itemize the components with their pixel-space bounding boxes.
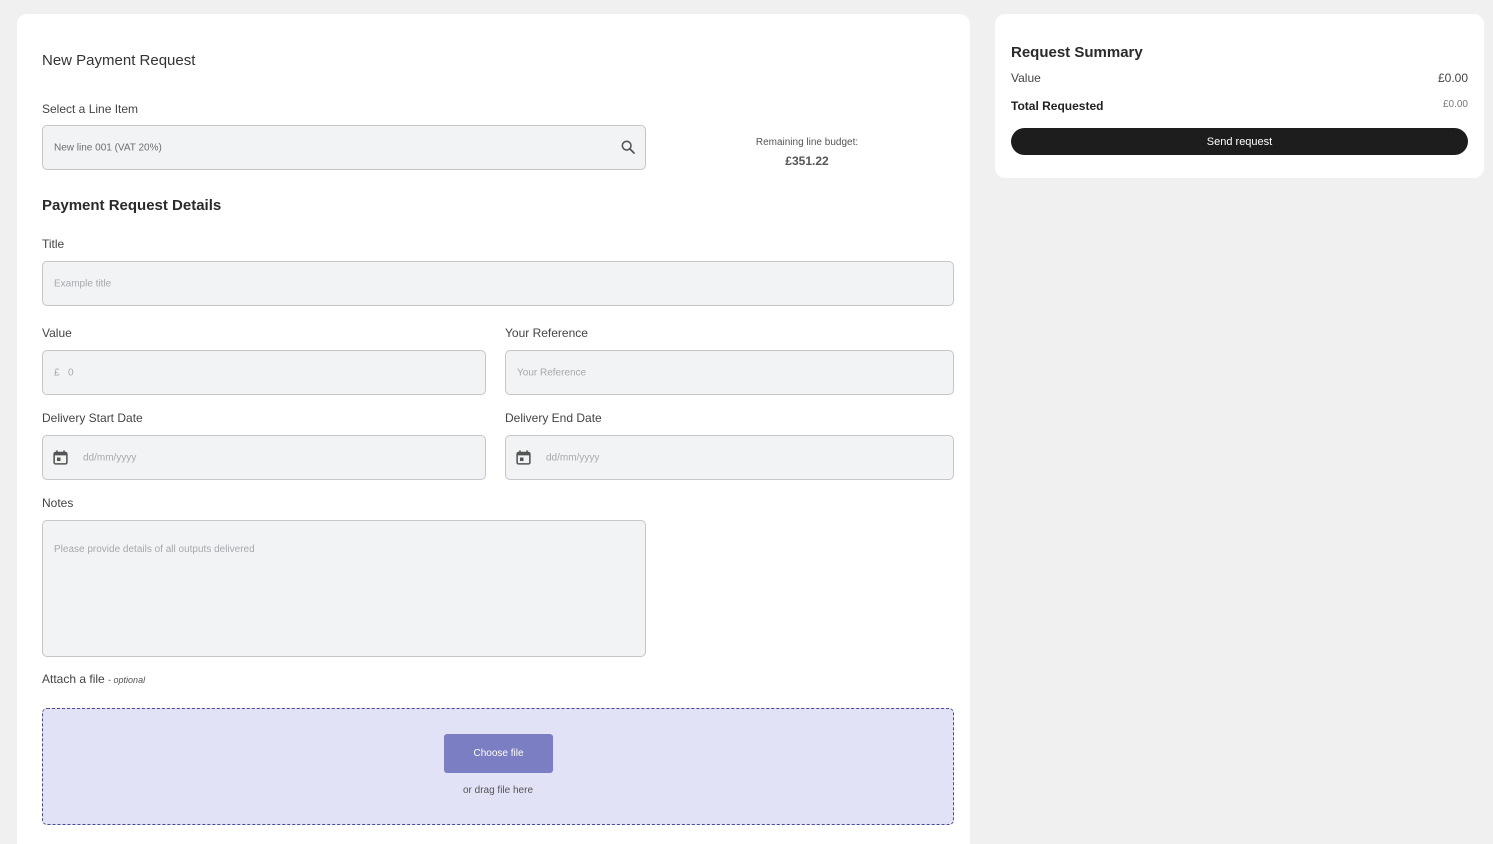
remaining-budget-value: £351.22 <box>785 154 829 168</box>
calendar-icon[interactable] <box>52 449 69 466</box>
notes-textarea[interactable]: Please provide details of all outputs de… <box>42 520 646 657</box>
summary-value-row: Value £0.00 <box>1011 71 1468 85</box>
search-icon[interactable] <box>620 139 636 155</box>
end-date-placeholder: dd/mm/yyyy <box>546 452 600 463</box>
calendar-icon[interactable] <box>515 449 532 466</box>
summary-total-row: Total Requested £0.00 <box>1011 99 1468 113</box>
currency-symbol: £ <box>54 367 60 378</box>
notes-placeholder: Please provide details of all outputs de… <box>54 544 255 555</box>
drag-file-hint: or drag file here <box>462 785 534 796</box>
page-title: New Payment Request <box>42 52 196 69</box>
summary-value-label: Value <box>1011 71 1041 85</box>
line-item-search-input[interactable]: New line 001 (VAT 20%) <box>42 125 646 170</box>
summary-value-amount: £0.00 <box>1437 71 1468 85</box>
attach-optional: - optional <box>108 675 146 685</box>
choose-file-button[interactable]: Choose file <box>444 734 553 773</box>
attach-label-row: Attach a file - optional <box>42 672 145 686</box>
attach-label: Attach a file <box>42 672 105 686</box>
reference-label: Your Reference <box>505 326 588 340</box>
summary-total-amount: £0.00 <box>1442 99 1468 110</box>
remaining-budget-label: Remaining line budget: <box>755 137 859 148</box>
notes-label: Notes <box>42 496 74 510</box>
start-date-placeholder: dd/mm/yyyy <box>83 452 137 463</box>
payment-request-form: New Payment Request Select a Line Item N… <box>17 14 970 844</box>
file-drop-zone[interactable]: Choose file or drag file here <box>42 708 954 825</box>
request-summary-card: Request Summary Value £0.00 Total Reques… <box>995 14 1484 178</box>
start-date-label: Delivery Start Date <box>42 411 143 425</box>
reference-placeholder: Your Reference <box>517 367 587 378</box>
line-item-value: New line 001 (VAT 20%) <box>54 142 162 153</box>
title-placeholder: Example title <box>54 278 112 289</box>
start-date-input[interactable]: dd/mm/yyyy <box>42 435 486 480</box>
summary-title: Request Summary <box>1011 44 1143 61</box>
value-label: Value <box>42 326 72 340</box>
details-section-title: Payment Request Details <box>42 197 222 214</box>
value-placeholder: 0 <box>68 367 74 378</box>
line-item-label: Select a Line Item <box>42 102 139 116</box>
end-date-label: Delivery End Date <box>505 411 602 425</box>
end-date-input[interactable]: dd/mm/yyyy <box>505 435 954 480</box>
summary-total-label: Total Requested <box>1011 99 1104 113</box>
title-label: Title <box>42 237 65 251</box>
title-input[interactable]: Example title <box>42 261 954 306</box>
send-request-button[interactable]: Send request <box>1011 128 1468 155</box>
reference-input[interactable]: Your Reference <box>505 350 954 395</box>
value-input[interactable]: £ 0 <box>42 350 486 395</box>
